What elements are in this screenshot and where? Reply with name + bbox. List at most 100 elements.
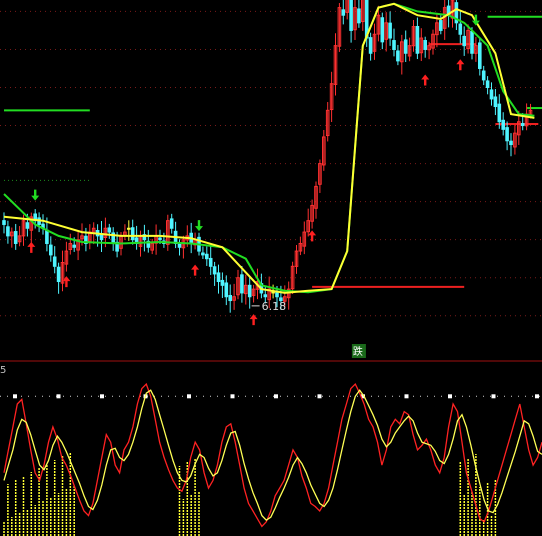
candle[interactable] [251,284,256,303]
candle[interactable] [361,0,365,31]
candle[interactable] [64,241,69,272]
candle[interactable] [407,37,412,62]
candle[interactable] [302,221,307,255]
candle[interactable] [56,262,61,294]
candle[interactable] [286,281,291,310]
candle[interactable] [2,212,6,234]
candle[interactable] [41,214,45,235]
candle[interactable] [162,232,166,248]
candle[interactable] [509,133,513,157]
candle[interactable] [154,224,158,255]
candle[interactable] [212,261,217,286]
candle[interactable] [357,0,361,28]
candle[interactable] [454,0,459,31]
candle[interactable] [169,213,174,234]
candle[interactable] [462,26,466,56]
candle[interactable] [240,265,244,303]
candle[interactable] [13,223,18,250]
candle[interactable] [474,36,478,62]
candle[interactable] [228,284,232,313]
candlestick-series[interactable] [2,0,533,313]
candle[interactable] [220,272,225,298]
candle[interactable] [6,220,10,244]
candle[interactable] [458,11,463,44]
candle[interactable] [298,236,303,256]
candle[interactable] [290,261,295,295]
candle[interactable] [403,30,408,62]
candle[interactable] [388,11,392,46]
candle[interactable] [52,246,57,274]
stock-chart[interactable]: 6.18 跌 5 [0,0,542,536]
candle[interactable] [372,23,377,60]
candle[interactable] [99,221,104,252]
candle[interactable] [111,227,116,251]
candle[interactable] [201,246,205,259]
candle[interactable] [224,275,229,306]
candle[interactable] [513,124,517,155]
candle[interactable] [142,224,147,252]
candle[interactable] [127,220,131,241]
candle[interactable] [431,29,435,55]
candle[interactable] [10,227,14,248]
candle[interactable] [349,0,353,43]
candle[interactable] [353,0,357,40]
candle[interactable] [166,214,170,251]
candle[interactable] [150,238,154,255]
candle[interactable] [400,34,404,75]
candle[interactable] [216,264,221,294]
candle[interactable] [193,232,197,250]
candle[interactable] [337,3,342,52]
candle[interactable] [146,229,151,253]
candle[interactable] [76,232,80,261]
candle[interactable] [419,28,424,62]
candle[interactable] [130,219,135,245]
candle[interactable] [244,274,248,305]
candle[interactable] [318,159,322,193]
candle[interactable] [173,221,178,249]
candle[interactable] [384,12,388,52]
candle[interactable] [396,44,400,66]
candle[interactable] [493,88,498,116]
candle[interactable] [501,112,505,136]
candle[interactable] [341,0,346,25]
candle[interactable] [380,12,385,50]
candle[interactable] [481,65,486,86]
candle[interactable] [247,277,252,309]
candle[interactable] [329,71,334,123]
candle[interactable] [205,246,209,266]
candle[interactable] [314,181,318,219]
candle[interactable] [306,208,310,237]
candle[interactable] [29,212,34,243]
candle[interactable] [49,236,53,262]
candle[interactable] [325,102,330,142]
candle[interactable] [107,223,112,239]
candle[interactable] [37,212,41,233]
candle[interactable] [310,199,314,229]
candle[interactable] [485,76,490,95]
candle[interactable] [294,244,299,274]
candle[interactable] [368,32,373,61]
candle[interactable] [236,269,240,300]
candle[interactable] [134,225,139,250]
candle[interactable] [232,283,236,310]
candle[interactable] [60,250,65,292]
candle[interactable] [415,17,420,60]
candle[interactable] [177,239,182,256]
candle[interactable] [505,121,509,151]
candle[interactable] [423,36,427,58]
candle[interactable] [442,0,447,40]
candle[interactable] [450,0,455,28]
candle[interactable] [208,246,213,275]
candle[interactable] [68,233,73,255]
candle[interactable] [333,33,338,96]
candle[interactable] [392,28,396,57]
candle[interactable] [489,82,494,106]
candle[interactable] [478,38,482,76]
candle[interactable] [345,0,349,20]
candle[interactable] [17,226,22,247]
candle[interactable] [181,235,186,259]
candle[interactable] [123,224,127,240]
candle[interactable] [88,224,92,250]
candle[interactable] [411,20,416,52]
candle[interactable] [322,130,326,171]
